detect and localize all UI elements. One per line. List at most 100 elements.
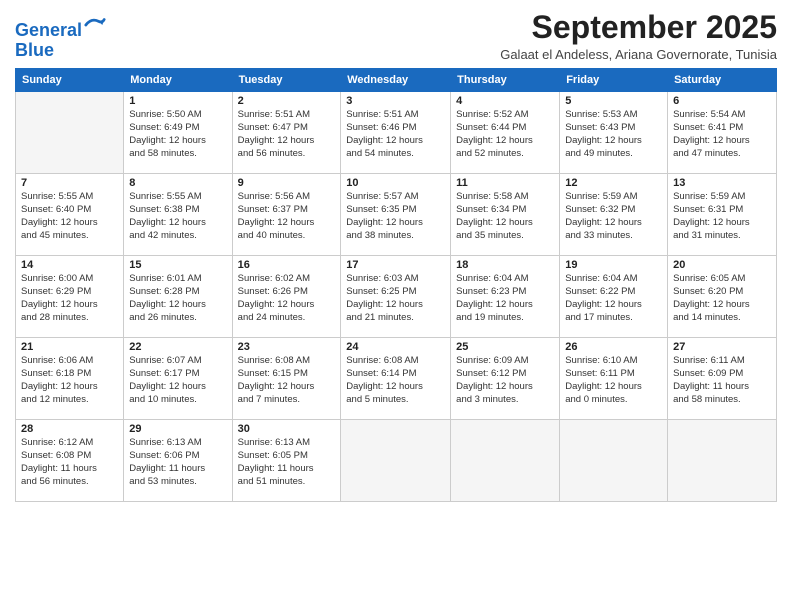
calendar-cell: 2 Sunrise: 5:51 AM Sunset: 6:47 PM Daylig… bbox=[232, 92, 341, 174]
calendar-week-2: 7Sunrise: 5:55 AM Sunset: 6:40 PM Daylig… bbox=[16, 174, 777, 256]
day-info: Sunrise: 5:52 AM Sunset: 6:44 PM Dayligh… bbox=[456, 109, 554, 160]
calendar-cell bbox=[451, 420, 560, 502]
calendar-cell: 29 Sunrise: 6:13 AM Sunset: 6:06 PM Dayli… bbox=[124, 420, 232, 502]
day-info: Sunrise: 6:09 AM Sunset: 6:12 PM Dayligh… bbox=[456, 355, 554, 406]
calendar-cell: 15 Sunrise: 6:01 AM Sunset: 6:28 PM Dayli… bbox=[124, 256, 232, 338]
calendar-cell: 18 Sunrise: 6:04 AM Sunset: 6:23 PM Dayli… bbox=[451, 256, 560, 338]
calendar-cell: 4 Sunrise: 5:52 AM Sunset: 6:44 PM Daylig… bbox=[451, 92, 560, 174]
calendar-cell: 6Sunrise: 5:54 AM Sunset: 6:41 PM Daylig… bbox=[668, 92, 777, 174]
day-number: 4 bbox=[456, 95, 554, 107]
day-number: 20 bbox=[673, 259, 771, 271]
day-info: Sunrise: 5:58 AM Sunset: 6:34 PM Dayligh… bbox=[456, 191, 554, 242]
day-number: 19 bbox=[565, 259, 662, 271]
day-info: Sunrise: 6:00 AM Sunset: 6:29 PM Dayligh… bbox=[21, 273, 118, 324]
day-info: Sunrise: 5:51 AM Sunset: 6:47 PM Dayligh… bbox=[238, 109, 336, 160]
day-number: 27 bbox=[673, 341, 771, 353]
calendar-cell: 7Sunrise: 5:55 AM Sunset: 6:40 PM Daylig… bbox=[16, 174, 124, 256]
calendar-week-1: 1 Sunrise: 5:50 AM Sunset: 6:49 PM Daylig… bbox=[16, 92, 777, 174]
day-info: Sunrise: 5:59 AM Sunset: 6:31 PM Dayligh… bbox=[673, 191, 771, 242]
calendar-header-row: Sunday Monday Tuesday Wednesday Thursday… bbox=[16, 69, 777, 92]
day-number: 10 bbox=[346, 177, 445, 189]
header-sunday: Sunday bbox=[16, 69, 124, 92]
day-info: Sunrise: 5:55 AM Sunset: 6:38 PM Dayligh… bbox=[129, 191, 226, 242]
calendar-cell: 3 Sunrise: 5:51 AM Sunset: 6:46 PM Daylig… bbox=[341, 92, 451, 174]
day-info: Sunrise: 6:06 AM Sunset: 6:18 PM Dayligh… bbox=[21, 355, 118, 406]
calendar-cell: 10 Sunrise: 5:57 AM Sunset: 6:35 PM Dayli… bbox=[341, 174, 451, 256]
day-number: 2 bbox=[238, 95, 336, 107]
header-thursday: Thursday bbox=[451, 69, 560, 92]
calendar-week-5: 28 Sunrise: 6:12 AM Sunset: 6:08 PM Dayli… bbox=[16, 420, 777, 502]
day-number: 14 bbox=[21, 259, 118, 271]
calendar-cell: 28 Sunrise: 6:12 AM Sunset: 6:08 PM Dayli… bbox=[16, 420, 124, 502]
calendar-week-3: 14 Sunrise: 6:00 AM Sunset: 6:29 PM Dayli… bbox=[16, 256, 777, 338]
header: General Blue September 2025 Galaat el An… bbox=[15, 10, 777, 62]
day-info: Sunrise: 6:13 AM Sunset: 6:06 PM Dayligh… bbox=[129, 437, 226, 488]
logo: General Blue bbox=[15, 14, 106, 61]
day-number: 24 bbox=[346, 341, 445, 353]
day-info: Sunrise: 5:50 AM Sunset: 6:49 PM Dayligh… bbox=[129, 109, 226, 160]
day-info: Sunrise: 6:04 AM Sunset: 6:23 PM Dayligh… bbox=[456, 273, 554, 324]
header-wednesday: Wednesday bbox=[341, 69, 451, 92]
subtitle: Galaat el Andeless, Ariana Governorate, … bbox=[500, 47, 777, 62]
day-number: 21 bbox=[21, 341, 118, 353]
day-number: 16 bbox=[238, 259, 336, 271]
day-number: 28 bbox=[21, 423, 118, 435]
day-number: 17 bbox=[346, 259, 445, 271]
day-info: Sunrise: 6:11 AM Sunset: 6:09 PM Dayligh… bbox=[673, 355, 771, 406]
calendar-cell bbox=[341, 420, 451, 502]
day-number: 18 bbox=[456, 259, 554, 271]
logo-general: General bbox=[15, 20, 82, 40]
day-info: Sunrise: 5:51 AM Sunset: 6:46 PM Dayligh… bbox=[346, 109, 445, 160]
day-number: 23 bbox=[238, 341, 336, 353]
day-number: 25 bbox=[456, 341, 554, 353]
page: General Blue September 2025 Galaat el An… bbox=[0, 0, 792, 612]
day-info: Sunrise: 5:59 AM Sunset: 6:32 PM Dayligh… bbox=[565, 191, 662, 242]
calendar-cell: 26Sunrise: 6:10 AM Sunset: 6:11 PM Dayli… bbox=[560, 338, 668, 420]
day-info: Sunrise: 6:08 AM Sunset: 6:14 PM Dayligh… bbox=[346, 355, 445, 406]
day-number: 12 bbox=[565, 177, 662, 189]
title-area: September 2025 Galaat el Andeless, Arian… bbox=[500, 10, 777, 62]
logo-icon bbox=[84, 14, 106, 36]
calendar-cell: 5Sunrise: 5:53 AM Sunset: 6:43 PM Daylig… bbox=[560, 92, 668, 174]
calendar-cell: 14 Sunrise: 6:00 AM Sunset: 6:29 PM Dayli… bbox=[16, 256, 124, 338]
header-saturday: Saturday bbox=[668, 69, 777, 92]
calendar-cell: 23 Sunrise: 6:08 AM Sunset: 6:15 PM Dayli… bbox=[232, 338, 341, 420]
day-number: 15 bbox=[129, 259, 226, 271]
calendar-cell: 25 Sunrise: 6:09 AM Sunset: 6:12 PM Dayli… bbox=[451, 338, 560, 420]
day-info: Sunrise: 6:10 AM Sunset: 6:11 PM Dayligh… bbox=[565, 355, 662, 406]
calendar-cell: 17Sunrise: 6:03 AM Sunset: 6:25 PM Dayli… bbox=[341, 256, 451, 338]
day-number: 3 bbox=[346, 95, 445, 107]
day-number: 1 bbox=[129, 95, 226, 107]
header-monday: Monday bbox=[124, 69, 232, 92]
day-info: Sunrise: 6:12 AM Sunset: 6:08 PM Dayligh… bbox=[21, 437, 118, 488]
day-info: Sunrise: 6:13 AM Sunset: 6:05 PM Dayligh… bbox=[238, 437, 336, 488]
day-info: Sunrise: 6:04 AM Sunset: 6:22 PM Dayligh… bbox=[565, 273, 662, 324]
logo-text: General bbox=[15, 14, 106, 41]
logo-blue: Blue bbox=[15, 41, 106, 61]
month-title: September 2025 bbox=[500, 10, 777, 45]
day-info: Sunrise: 6:08 AM Sunset: 6:15 PM Dayligh… bbox=[238, 355, 336, 406]
day-number: 11 bbox=[456, 177, 554, 189]
calendar-week-4: 21 Sunrise: 6:06 AM Sunset: 6:18 PM Dayli… bbox=[16, 338, 777, 420]
calendar-cell: 8Sunrise: 5:55 AM Sunset: 6:38 PM Daylig… bbox=[124, 174, 232, 256]
header-friday: Friday bbox=[560, 69, 668, 92]
day-number: 6 bbox=[673, 95, 771, 107]
day-info: Sunrise: 6:01 AM Sunset: 6:28 PM Dayligh… bbox=[129, 273, 226, 324]
calendar-cell: 19 Sunrise: 6:04 AM Sunset: 6:22 PM Dayli… bbox=[560, 256, 668, 338]
day-number: 9 bbox=[238, 177, 336, 189]
calendar-cell: 22Sunrise: 6:07 AM Sunset: 6:17 PM Dayli… bbox=[124, 338, 232, 420]
day-info: Sunrise: 6:02 AM Sunset: 6:26 PM Dayligh… bbox=[238, 273, 336, 324]
calendar-cell: 11 Sunrise: 5:58 AM Sunset: 6:34 PM Dayli… bbox=[451, 174, 560, 256]
day-info: Sunrise: 5:53 AM Sunset: 6:43 PM Dayligh… bbox=[565, 109, 662, 160]
calendar-cell bbox=[668, 420, 777, 502]
day-info: Sunrise: 5:57 AM Sunset: 6:35 PM Dayligh… bbox=[346, 191, 445, 242]
calendar-cell: 21 Sunrise: 6:06 AM Sunset: 6:18 PM Dayli… bbox=[16, 338, 124, 420]
day-number: 22 bbox=[129, 341, 226, 353]
day-info: Sunrise: 5:55 AM Sunset: 6:40 PM Dayligh… bbox=[21, 191, 118, 242]
calendar-cell: 1 Sunrise: 5:50 AM Sunset: 6:49 PM Daylig… bbox=[124, 92, 232, 174]
calendar-cell: 16 Sunrise: 6:02 AM Sunset: 6:26 PM Dayli… bbox=[232, 256, 341, 338]
calendar-cell: 24 Sunrise: 6:08 AM Sunset: 6:14 PM Dayli… bbox=[341, 338, 451, 420]
day-number: 29 bbox=[129, 423, 226, 435]
header-tuesday: Tuesday bbox=[232, 69, 341, 92]
calendar-cell: 20Sunrise: 6:05 AM Sunset: 6:20 PM Dayli… bbox=[668, 256, 777, 338]
